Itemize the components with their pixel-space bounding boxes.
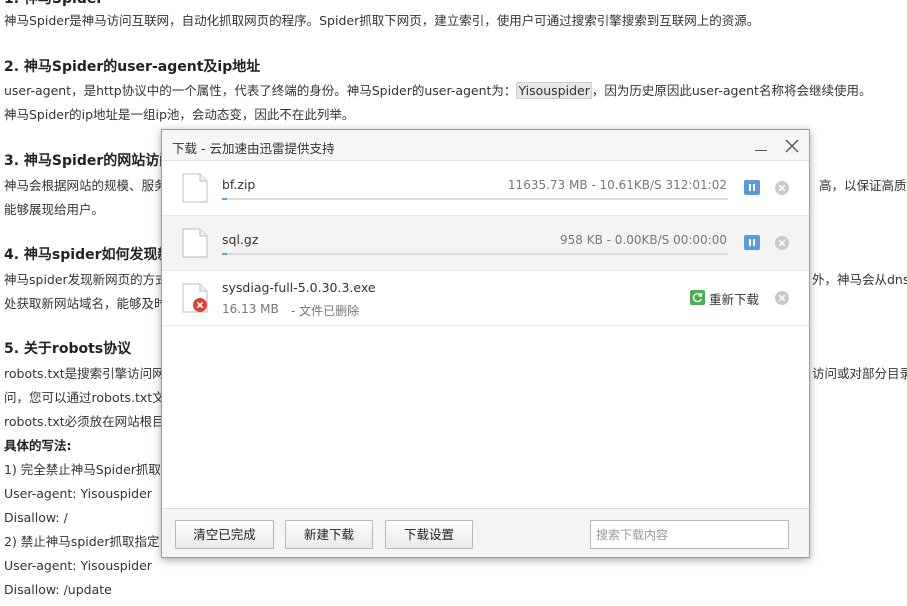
article-line: User-agent: Yisouspider [4,558,152,573]
file-size: 16.13 MB [222,302,279,316]
search-input[interactable] [590,520,789,549]
article-paragraph: 神马Spider是神马访问互联网，自动化抓取网页的程序。Spider抓取下网页，… [4,13,760,28]
article-paragraph-right: 外，神马会从dnsl [812,272,907,287]
article-heading-5: 5. 关于robots协议 [4,341,132,357]
progress-bar [222,253,728,255]
progress-fill [222,198,228,200]
new-download-button[interactable]: 新建下载 [285,520,373,549]
clear-completed-button[interactable]: 清空已完成 [175,520,274,549]
refresh-icon [690,290,705,305]
article-line: Disallow: / [4,510,68,525]
article-paragraph: 处获取新网站域名，能够及时 [4,296,167,311]
file-name: sysdiag-full-5.0.30.3.exe [222,280,376,295]
article-line: Disallow: /update [4,582,112,597]
article-bold-label: 具体的写法: [4,438,72,453]
article-paragraph: robots.txt必须放在网站根目录 [4,414,178,429]
article-paragraph: 问，您可以通过robots.txt文件 [4,390,178,405]
pause-button[interactable] [744,180,760,195]
download-item[interactable]: sql.gz 958 KB - 0.00KB/S 00:00:00 [162,216,809,271]
deleted-file-icon [182,283,208,313]
article-heading-3: 3. 神马Spider的网站访问 [4,153,174,169]
close-icon [785,139,799,153]
article-paragraph-right: 高，以保证高质、 [819,178,907,193]
file-icon [182,173,208,203]
file-name: sql.gz [222,232,259,247]
article-paragraph-right: 访问或对部分目录 [812,366,907,381]
delete-icon[interactable] [774,180,790,196]
article-paragraph-ua: user-agent，是http协议中的一个属性，代表了终端的身份。神马Spid… [4,82,872,99]
delete-icon[interactable] [774,235,790,251]
dialog-title: 下载 - 云加速由迅雷提供支持 [172,141,335,156]
article-heading-2: 2. 神马Spider的user-agent及ip地址 [4,59,261,75]
download-status: 958 KB - 0.00KB/S 00:00:00 [560,233,727,247]
redownload-label: 重新下载 [709,292,760,307]
article-heading-1: 1. 神马Spider [4,0,103,8]
article-paragraph: 神马Spider的ip地址是一组ip池，会动态变，因此不在此列举。 [4,107,355,122]
text-span: ，因为历史原因此user-agent名称将会继续使用。 [591,83,872,98]
article-paragraph: 能够展现给用户。 [4,202,105,217]
download-settings-button[interactable]: 下载设置 [385,520,473,549]
download-item[interactable]: bf.zip 11635.73 MB - 10.61KB/S 312:01:02 [162,161,809,216]
file-state: - 文件已删除 [291,304,360,318]
dialog-titlebar[interactable]: 下载 - 云加速由迅雷提供支持 [162,130,809,161]
pause-button[interactable] [744,235,760,250]
file-name: bf.zip [222,177,256,192]
article-line: User-agent: Yisouspider [4,486,152,501]
file-icon [182,228,208,258]
highlighted-term: Yisouspider [516,82,592,99]
article-paragraph: robots.txt是搜索引擎访问网站 [4,366,178,381]
delete-icon[interactable] [774,290,790,306]
minimize-button[interactable] [750,136,772,156]
progress-fill [222,253,228,255]
article-heading-4: 4. 神马spider如何发现新 [4,247,172,263]
article-line: 2) 禁止神马spider抓取指定目 [4,534,172,549]
close-button[interactable] [781,135,803,157]
article-paragraph: 神马会根据网站的规模、服务 [4,178,167,193]
download-status: 11635.73 MB - 10.61KB/S 312:01:02 [507,178,727,192]
text-span: user-agent，是http协议中的一个属性，代表了终端的身份。神马Spid… [4,83,517,98]
progress-bar [222,198,728,200]
article-line: 1) 完全禁止神马Spider抓取： [4,462,174,477]
dialog-footer: 清空已完成 新建下载 下载设置 [162,508,809,557]
download-item[interactable]: sysdiag-full-5.0.30.3.exe 16.13 MB - 文件已… [162,271,809,326]
article-paragraph: 神马spider发现新网页的方式 [4,272,168,287]
download-dialog: 下载 - 云加速由迅雷提供支持 bf.zip 11635.73 MB - 10.… [161,129,810,558]
